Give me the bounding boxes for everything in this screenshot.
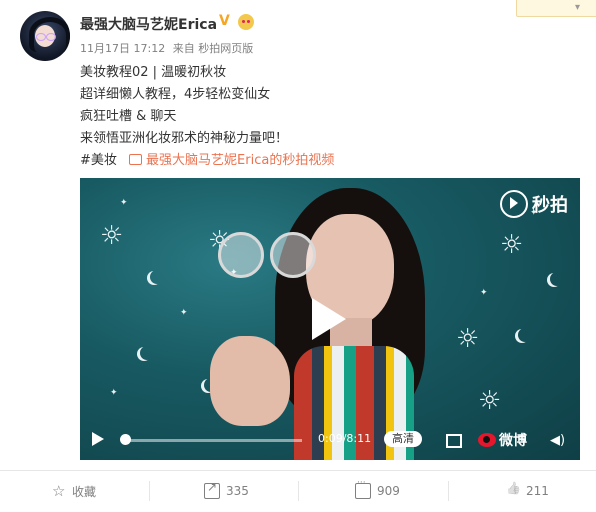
progress-bar[interactable] bbox=[122, 439, 302, 442]
star-decoration: ✦ bbox=[180, 308, 188, 318]
glasses-left bbox=[218, 232, 264, 278]
post-meta: 11月17日 17:12 来自 秒拍网页版 bbox=[80, 40, 257, 56]
emoji-badge-icon bbox=[238, 14, 254, 30]
miaopai-brand: 秒拍 bbox=[532, 195, 568, 216]
comment-icon bbox=[355, 478, 371, 499]
sun-decoration: ☼ bbox=[500, 230, 524, 260]
like-icon bbox=[506, 484, 520, 498]
star-decoration: ✦ bbox=[120, 198, 128, 208]
post-line: 超详细懒人教程，4步轻松变仙女 bbox=[80, 87, 271, 102]
verified-icon: V bbox=[219, 13, 230, 29]
post-line: 美妆教程02 | 温暖初秋妆 bbox=[80, 65, 227, 80]
post-line: #美妆 最强大脑马艺妮Erica的秒拍视频 bbox=[80, 150, 334, 172]
sun-decoration: ☼ bbox=[100, 221, 124, 251]
favorite-button[interactable]: 收藏 bbox=[52, 471, 96, 511]
divider bbox=[448, 481, 449, 501]
comment-count: 909 bbox=[377, 484, 400, 498]
star-decoration: ✦ bbox=[480, 288, 488, 298]
play-button[interactable] bbox=[92, 432, 104, 446]
comment-button[interactable]: 909 bbox=[355, 471, 400, 511]
video-controls: 0:09/8:11 高清 微博 ◀) bbox=[80, 420, 580, 460]
share-count: 335 bbox=[226, 484, 249, 498]
video-link-text: 最强大脑马艺妮Erica的秒拍视频 bbox=[146, 153, 335, 168]
moon-decoration bbox=[550, 272, 564, 286]
presenter-hand bbox=[210, 336, 290, 426]
video-player[interactable]: ☼ ☼ ☼ ☼ ☼ ✦ ✦ ✦ ✦ ✦ ✦ 秒拍 0:09/8:11 高清 微博… bbox=[80, 178, 580, 460]
chevron-down-icon: ▾ bbox=[575, 2, 581, 13]
divider bbox=[298, 481, 299, 501]
action-bar: 收藏 335 909 211 bbox=[0, 470, 596, 511]
favorite-label: 收藏 bbox=[72, 484, 97, 499]
moon-decoration bbox=[150, 270, 164, 284]
like-button[interactable]: 211 bbox=[506, 471, 549, 511]
moon-decoration bbox=[140, 346, 154, 360]
progress-knob[interactable] bbox=[120, 434, 131, 445]
post-time[interactable]: 11月17日 17:12 bbox=[80, 42, 165, 55]
star-decoration: ✦ bbox=[110, 388, 118, 398]
weibo-logo: 微博 bbox=[478, 430, 527, 450]
post-text: 美妆教程02 | 温暖初秋妆 超详细懒人教程，4步轻松变仙女 疯狂吐槽 & 聊天… bbox=[80, 62, 334, 172]
time-display: 0:09/8:11 bbox=[318, 432, 372, 445]
hashtag[interactable]: #美妆 bbox=[80, 153, 117, 168]
quality-button[interactable]: 高清 bbox=[384, 431, 422, 447]
avatar-glasses-right bbox=[46, 33, 56, 41]
post-line: 来领悟亚洲化妆邪术的神秘力量吧！ bbox=[80, 131, 289, 146]
video-link[interactable]: 最强大脑马艺妮Erica的秒拍视频 bbox=[129, 153, 334, 168]
top-right-dropdown[interactable]: ▾ bbox=[516, 0, 596, 17]
weibo-brand: 微博 bbox=[499, 433, 527, 449]
weibo-icon bbox=[478, 433, 496, 447]
miaopai-logo: 秒拍 bbox=[500, 190, 568, 218]
avatar[interactable] bbox=[20, 11, 70, 61]
video-link-icon bbox=[129, 154, 143, 165]
camera-icon bbox=[500, 190, 528, 218]
divider bbox=[149, 481, 150, 501]
moon-decoration bbox=[518, 328, 532, 342]
like-count: 211 bbox=[526, 484, 549, 498]
favorite-icon bbox=[52, 482, 66, 500]
sun-decoration: ☼ bbox=[478, 386, 502, 416]
glasses-right bbox=[270, 232, 316, 278]
share-icon bbox=[204, 480, 220, 499]
avatar-glasses-left bbox=[36, 33, 46, 41]
presenter bbox=[210, 178, 450, 460]
volume-icon[interactable]: ◀) bbox=[550, 433, 565, 448]
post-source[interactable]: 来自 秒拍网页版 bbox=[173, 42, 254, 55]
share-button[interactable]: 335 bbox=[204, 471, 249, 511]
sun-decoration: ☼ bbox=[456, 324, 480, 354]
post-line: 疯狂吐槽 & 聊天 bbox=[80, 109, 177, 124]
user-name[interactable]: 最强大脑马艺妮Erica bbox=[80, 14, 217, 34]
fullscreen-icon[interactable] bbox=[446, 434, 462, 448]
play-icon[interactable] bbox=[312, 298, 346, 340]
